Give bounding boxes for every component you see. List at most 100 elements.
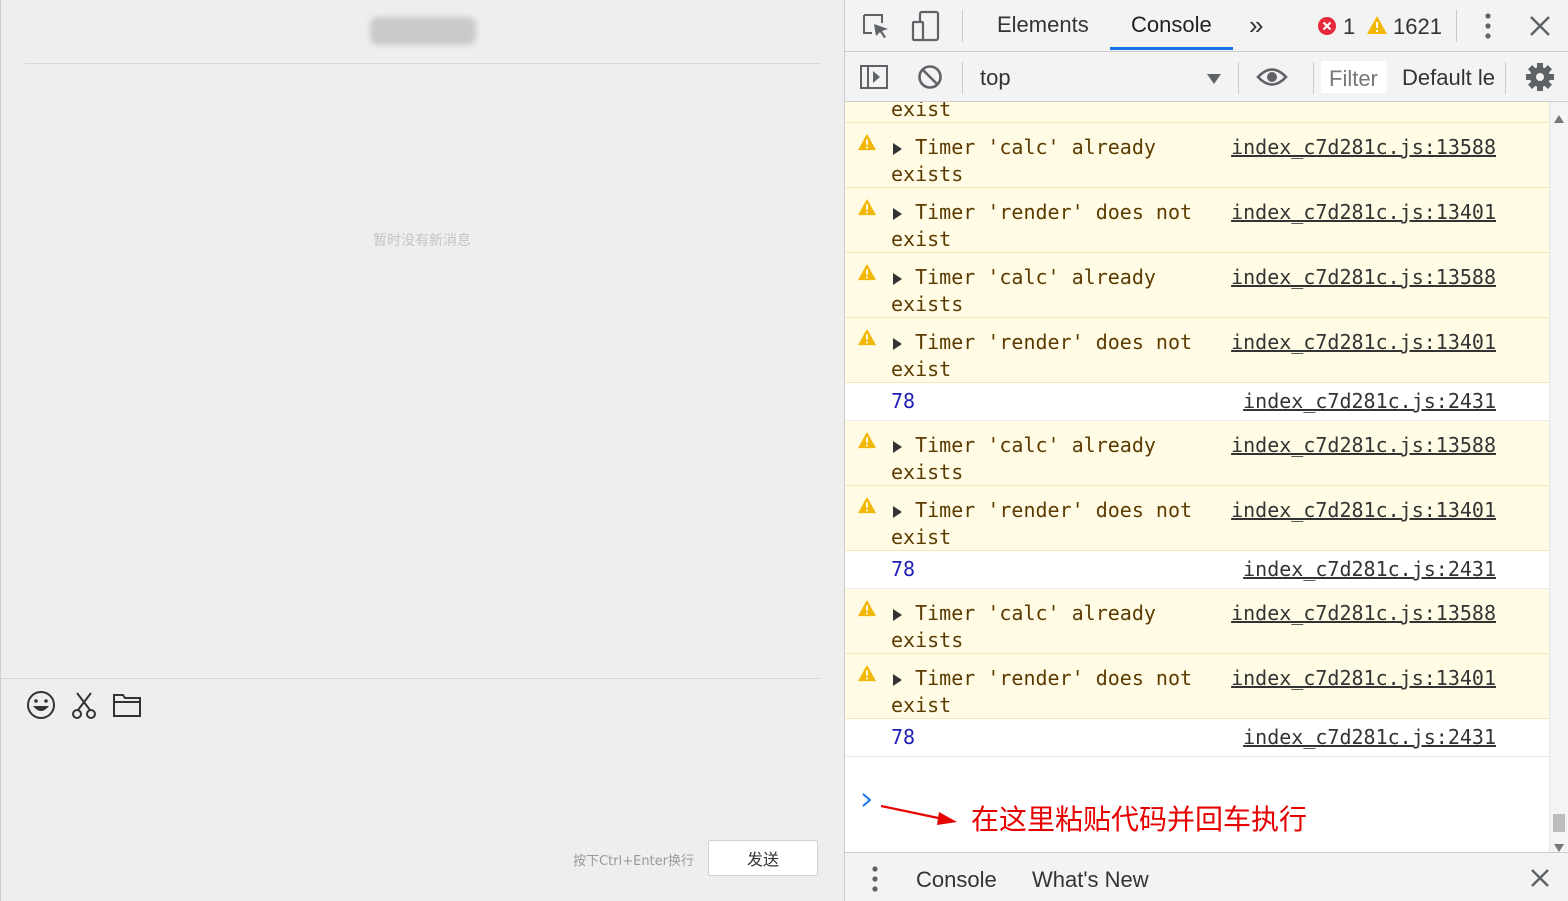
active-tab-indicator xyxy=(1110,47,1233,50)
source-link[interactable]: index_c7d281c.js:13401 xyxy=(1231,665,1496,692)
warning-message: Timer 'calc' already xyxy=(891,601,1156,625)
close-drawer-icon[interactable] xyxy=(1530,868,1550,893)
warning-message-cont: exist xyxy=(891,227,952,251)
console-warning-row: Timer 'render' does not exist index_c7d281… xyxy=(845,318,1549,383)
toolbar-separator xyxy=(1313,62,1314,94)
warning-icon xyxy=(857,328,879,348)
drawer-tab-whats-new[interactable]: What's New xyxy=(1032,867,1149,893)
warning-count[interactable]: 1621 xyxy=(1393,14,1442,40)
warning-message: Timer 'calc' already xyxy=(891,265,1156,289)
warning-icon xyxy=(857,133,879,153)
clear-console-icon[interactable] xyxy=(917,64,943,95)
console-warning-row: Timer 'calc' already exists index_c7d281c.… xyxy=(845,123,1549,188)
chat-panel xyxy=(0,0,844,901)
error-count[interactable]: 1 xyxy=(1343,14,1355,40)
console-log-row: 78 index_c7d281c.js:2431 xyxy=(845,551,1549,589)
prompt-chevron-icon xyxy=(861,792,873,811)
source-link[interactable]: index_c7d281c.js:13401 xyxy=(1231,329,1496,356)
annotation-arrow-icon xyxy=(880,804,961,832)
console-warning-row: Timer 'render' does not exist index_c7d281… xyxy=(845,188,1549,253)
warning-message-cont: exists xyxy=(891,460,964,484)
warning-message-cont: exist xyxy=(891,693,952,717)
warning-icon xyxy=(1366,15,1388,40)
console-log-row: 78 index_c7d281c.js:2431 xyxy=(845,719,1549,757)
warning-icon xyxy=(857,198,879,218)
warning-message: Timer 'calc' already xyxy=(891,433,1156,457)
input-divider xyxy=(0,678,820,679)
source-link[interactable]: index_c7d281c.js:13588 xyxy=(1231,264,1496,291)
warning-message-cont: exist xyxy=(891,357,952,381)
console-prompt-area[interactable]: 在这里粘贴代码并回车执行 xyxy=(845,780,1549,852)
warning-message-cont: exists xyxy=(891,628,964,652)
sidebar-toggle-icon[interactable] xyxy=(859,64,889,95)
inspect-element-icon[interactable] xyxy=(861,12,891,45)
warning-message: Timer 'calc' already xyxy=(891,135,1156,159)
log-value: 78 xyxy=(891,389,916,413)
toolbar-separator xyxy=(1505,62,1506,94)
context-selector[interactable]: top xyxy=(980,65,1011,91)
warning-icon xyxy=(857,263,879,283)
more-tabs-icon[interactable]: » xyxy=(1249,10,1263,41)
warning-icon xyxy=(857,431,879,451)
close-devtools-icon[interactable] xyxy=(1529,15,1551,42)
empty-message: 暂时没有新消息 xyxy=(373,233,471,249)
error-icon xyxy=(1317,16,1337,41)
device-toolbar-icon[interactable] xyxy=(911,10,941,47)
source-link[interactable]: index_c7d281c.js:2431 xyxy=(1243,724,1496,751)
console-warning-row: Timer 'calc' already exists index_c7d281c.… xyxy=(845,421,1549,486)
send-button[interactable]: 发送 xyxy=(708,840,818,876)
source-link[interactable]: index_c7d281c.js:2431 xyxy=(1243,556,1496,583)
warning-icon xyxy=(857,599,879,619)
annotation-text: 在这里粘贴代码并回车执行 xyxy=(971,803,1308,836)
toolbar-separator xyxy=(1238,62,1239,94)
emoji-icon[interactable] xyxy=(26,690,56,720)
console-warning-row: Timer 'render' does notexistindex_c7d281… xyxy=(845,102,1549,123)
devtools-drawer: Console What's New xyxy=(845,852,1568,901)
warning-icon xyxy=(857,664,879,684)
scissors-icon[interactable] xyxy=(69,690,99,720)
filter-input[interactable]: Filter xyxy=(1321,61,1387,93)
console-log-row: 78 index_c7d281c.js:2431 xyxy=(845,383,1549,421)
dropdown-arrow-icon[interactable] xyxy=(1207,71,1221,89)
scroll-up-icon[interactable] xyxy=(1554,108,1564,127)
warning-message: Timer 'render' does not xyxy=(891,330,1193,354)
warning-message: Timer 'render' does not xyxy=(891,498,1193,522)
console-warning-row: Timer 'calc' already exists index_c7d281c.… xyxy=(845,253,1549,318)
warning-icon xyxy=(857,496,879,516)
console-scrollbar[interactable] xyxy=(1549,102,1568,852)
filter-placeholder: Filter xyxy=(1329,66,1378,91)
source-link[interactable]: index_c7d281c.js:13588 xyxy=(1231,600,1496,627)
tab-console[interactable]: Console xyxy=(1131,12,1212,38)
live-expression-eye-icon[interactable] xyxy=(1256,66,1288,93)
source-link[interactable]: index_c7d281c.js:13588 xyxy=(1231,432,1496,459)
source-link[interactable]: index_c7d281c.js:2431 xyxy=(1243,388,1496,415)
source-link[interactable]: index_c7d281c.js:13401 xyxy=(1231,497,1496,524)
log-value: 78 xyxy=(891,725,916,749)
warning-message: Timer 'render' does not xyxy=(891,666,1193,690)
toolbar-separator xyxy=(962,62,963,94)
toolbar-separator xyxy=(962,10,963,42)
drawer-menu-icon[interactable] xyxy=(869,865,881,898)
drawer-tab-console[interactable]: Console xyxy=(916,867,997,893)
console-warning-row: Timer 'calc' already exists index_c7d281c.… xyxy=(845,589,1549,654)
warning-message-cont: exist xyxy=(891,102,952,121)
console-settings-gear-icon[interactable] xyxy=(1526,63,1554,96)
shortcut-hint: 按下Ctrl+Enter换行 xyxy=(573,854,694,869)
scroll-thumb[interactable] xyxy=(1553,814,1565,832)
console-warning-row: Timer 'render' does notexistindex_c7d281… xyxy=(845,486,1549,551)
toolbar-separator xyxy=(1456,10,1457,42)
console-warning-row: Timer 'render' does not exist index_c7d281… xyxy=(845,654,1549,719)
source-link[interactable]: index_c7d281c.js:13588 xyxy=(1231,134,1496,161)
tab-elements[interactable]: Elements xyxy=(997,12,1089,38)
chat-header-divider xyxy=(25,63,820,64)
log-value: 78 xyxy=(891,557,916,581)
devtools-tab-bar: Elements Console » 1 1621 xyxy=(845,0,1568,52)
folder-icon[interactable] xyxy=(112,690,142,720)
console-log: Timer 'render' does not exist index_c7d281… xyxy=(845,102,1549,852)
kebab-menu-icon[interactable] xyxy=(1481,12,1495,45)
chat-title-blurred xyxy=(370,17,476,45)
source-link[interactable]: index_c7d281c.js:13401 xyxy=(1231,199,1496,226)
warning-message: Timer 'render' does not xyxy=(891,200,1193,224)
warning-message-cont: exists xyxy=(891,162,964,186)
log-levels-dropdown[interactable]: Default le xyxy=(1402,65,1494,91)
